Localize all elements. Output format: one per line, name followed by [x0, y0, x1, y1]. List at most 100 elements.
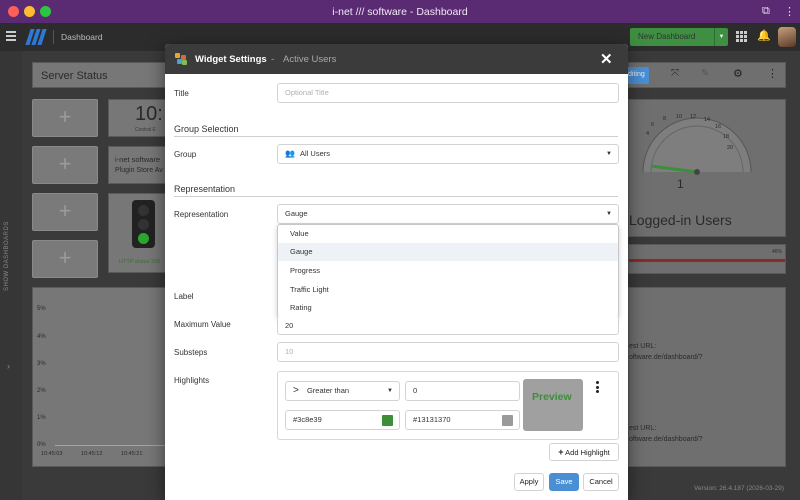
clock-caption: Central E: [135, 127, 156, 133]
condition-select[interactable]: > Greater than ▼: [285, 381, 400, 401]
cast-icon[interactable]: ⧉: [762, 5, 770, 18]
avatar[interactable]: [778, 27, 796, 47]
traffic-light-icon: [132, 200, 155, 248]
menu-icon[interactable]: [6, 31, 16, 41]
inet-logo: [24, 29, 47, 45]
condition-value: Greater than: [306, 386, 350, 395]
chart-y-tick: 4%: [37, 334, 46, 340]
group-label: Group: [174, 150, 197, 159]
cancel-button[interactable]: Cancel: [583, 473, 619, 491]
pencil-icon[interactable]: ✎: [701, 68, 709, 79]
gear-icon[interactable]: ⚙: [733, 67, 743, 80]
gauge-value: 1: [677, 177, 684, 191]
info-line-1: i-net software: [115, 155, 161, 164]
chevron-down-icon: ▼: [606, 211, 612, 217]
option-rating[interactable]: Rating: [278, 299, 618, 317]
add-widget-button[interactable]: +: [32, 193, 98, 231]
request-panel: est URL: oftware.de/dashboard/? est URL:…: [628, 287, 786, 467]
progress-bar: [629, 259, 785, 262]
more-icon[interactable]: ⋮: [784, 5, 795, 18]
add-widget-button[interactable]: +: [32, 146, 98, 184]
progress-percent: 46%: [772, 249, 783, 255]
chart-panel: 5% 4% 3% 2% 1% 0% 10:45:03 10:45:12 10:4…: [32, 287, 166, 467]
chart-y-tick: 1%: [37, 415, 46, 421]
modal-title-separator: -: [271, 54, 275, 65]
widget-icon: [175, 53, 187, 65]
more-vertical-icon[interactable]: [596, 381, 602, 393]
chevron-right-icon: ›: [7, 361, 10, 371]
highlights-label: Highlights: [174, 376, 210, 385]
color-input-secondary[interactable]: #13131370: [405, 410, 520, 430]
new-dashboard-button[interactable]: New Dashboard ▼: [630, 28, 728, 46]
window-title: i-net /// software - Dashboard: [332, 6, 468, 18]
group-selection-heading: Group Selection: [174, 124, 239, 134]
group-value: All Users: [300, 149, 331, 158]
logged-in-users-title: Logged-in Users: [629, 212, 732, 228]
maximum-value-label: Maximum Value: [174, 320, 231, 329]
url-line: est URL:: [629, 343, 657, 350]
chevron-down-icon[interactable]: ▼: [714, 28, 728, 46]
url-line: oftware.de/dashboard/?: [629, 354, 703, 361]
color-swatch[interactable]: [382, 415, 393, 426]
chart-y-tick: 3%: [37, 361, 46, 367]
add-widget-button[interactable]: +: [32, 99, 98, 137]
editing-label: diting: [628, 71, 645, 78]
modal-subtitle: Active Users: [283, 54, 337, 65]
version-text: Version: 26.4.187 (2026-03-29): [694, 485, 784, 492]
option-gauge[interactable]: Gauge: [278, 243, 618, 261]
add-highlight-label: Add Highlight: [565, 448, 610, 457]
maximum-value-input[interactable]: 20: [277, 316, 619, 335]
chart-line: [55, 445, 165, 446]
option-traffic-light[interactable]: Traffic Light: [278, 281, 618, 299]
gauge-tick: 18: [723, 134, 730, 140]
representation-value: Gauge: [285, 209, 308, 218]
add-highlight-button[interactable]: + Add Highlight: [549, 443, 619, 461]
title-input[interactable]: Optional Title: [277, 83, 619, 103]
color-swatch[interactable]: [502, 415, 513, 426]
apply-button[interactable]: Apply: [514, 473, 544, 491]
highlight-row: > Greater than ▼ 0 #3c8e39 #13131370 Pre…: [277, 371, 619, 440]
title-label: Title: [174, 89, 189, 98]
representation-select[interactable]: Gauge ▼: [277, 204, 619, 224]
gauge-tick: 16: [715, 124, 722, 130]
show-dashboards-tab[interactable]: SHOW DASHBOARDS ›: [0, 51, 22, 500]
color-primary-value: #3c8e39: [293, 415, 322, 424]
http-status-text: HTTP status 200: [119, 259, 161, 265]
close-icon[interactable]: ✕: [600, 50, 613, 68]
group-select[interactable]: 👥 All Users ▼: [277, 144, 619, 164]
traffic-light-widget: HTTP status 200: [108, 193, 166, 273]
substeps-input[interactable]: 10: [277, 342, 619, 362]
representation-dropdown: Value Gauge Progress Traffic Light Ratin…: [277, 224, 619, 318]
clock-widget: 10: Central E: [108, 99, 166, 137]
fullscreen-icon[interactable]: ⤧: [671, 68, 679, 79]
chart-x-tick: 10:45:03: [41, 451, 63, 457]
threshold-input[interactable]: 0: [405, 381, 520, 401]
substeps-label: Substeps: [174, 348, 208, 357]
window-titlebar: i-net /// software - Dashboard ⧉ ⋮: [0, 0, 800, 23]
gauge-tick: 6: [651, 122, 655, 128]
apps-grid-icon[interactable]: [736, 31, 747, 42]
highlight-preview: Preview: [523, 379, 583, 431]
server-status-panel: Server Status: [32, 62, 166, 88]
gauge-tick: 4: [646, 131, 650, 137]
clock-time: 10:: [135, 103, 163, 125]
color-secondary-value: #13131370: [413, 415, 451, 424]
gauge-tick: 8: [663, 116, 667, 122]
url-line: est URL:: [629, 425, 657, 432]
more-vertical-icon[interactable]: ⋮: [767, 67, 778, 80]
gauge-tick: 20: [727, 145, 734, 151]
divider: [174, 136, 618, 137]
color-input-primary[interactable]: #3c8e39: [285, 410, 400, 430]
users-icon: 👥: [285, 149, 295, 158]
save-button[interactable]: Save: [549, 473, 579, 491]
chart-y-tick: 2%: [37, 388, 46, 394]
modal-header: Widget Settings - Active Users ✕: [165, 44, 628, 74]
plus-icon: +: [558, 447, 564, 457]
gauge-widget: 4 6 8 10 12 14 16 18 20 1 Logged-in User…: [628, 99, 786, 237]
label-label: Label: [174, 292, 194, 301]
bell-icon[interactable]: 🔔: [757, 29, 771, 42]
add-widget-button[interactable]: +: [32, 240, 98, 278]
chart-y-tick: 5%: [37, 306, 46, 312]
option-progress[interactable]: Progress: [278, 262, 618, 280]
option-value[interactable]: Value: [278, 225, 618, 243]
